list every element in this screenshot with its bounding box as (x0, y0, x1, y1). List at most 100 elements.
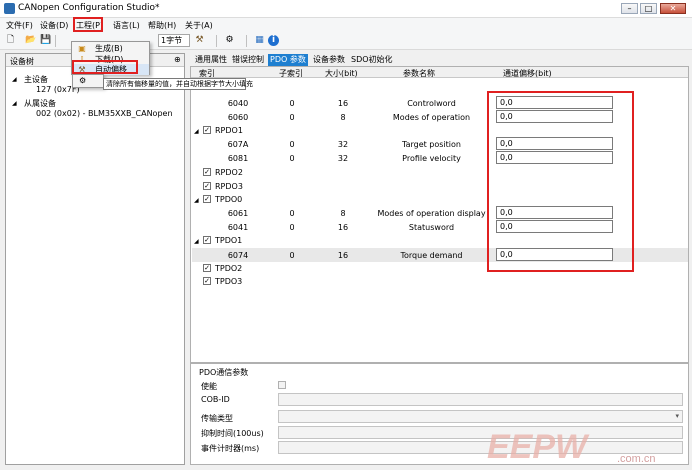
row-subindex: 0 (289, 251, 295, 260)
settings-icon: ⚙ (79, 76, 87, 85)
save-icon[interactable]: 💾 (40, 35, 51, 46)
row-subindex: 0 (289, 113, 295, 122)
new-file-icon[interactable]: 🗋 (5, 35, 16, 46)
maximize-button[interactable]: □ (640, 3, 657, 14)
tree-slave-node[interactable]: 002 (0x02) - BLM35XXB_CANopen (36, 109, 173, 118)
pdo-checkbox[interactable]: ✓ (203, 277, 211, 285)
pdo-group-label: RPDO3 (215, 182, 243, 191)
row-subindex: 0 (289, 223, 295, 232)
pdo-comm-title: PDO通信参数 (199, 368, 249, 377)
menu-item-build[interactable]: ▣ 生成(B) (73, 43, 149, 54)
eepw-watermark: EEPW .com.cn (487, 428, 687, 468)
row-size: 16 (337, 251, 349, 260)
cob-id-field[interactable] (278, 393, 683, 406)
row-size: 16 (337, 223, 349, 232)
row-param-name: Profile velocity (402, 154, 461, 163)
info-icon[interactable]: i (268, 35, 279, 46)
collapse-icon[interactable]: ◢ (194, 238, 199, 245)
minimize-button[interactable]: – (621, 3, 638, 14)
pdo-checkbox[interactable]: ✓ (203, 182, 211, 190)
col-param-name: 参数名称 (403, 69, 435, 78)
title-bar: CANopen Configuration Studio* – □ ✕ (0, 0, 692, 18)
device-tree-panel: 设备树 ⊕ ◢ 主设备 127 (0x7F) ◢ 从属设备 002 (0x02)… (5, 53, 185, 465)
collapse-icon[interactable]: ◢ (194, 128, 199, 135)
byte-size-select[interactable]: 1字节 (158, 34, 190, 47)
menu-item-build-label: 生成(B) (95, 44, 123, 53)
row-param-name: Target position (402, 140, 461, 149)
row-size: 8 (340, 113, 346, 122)
tab-device-params[interactable]: 设备参数 (311, 54, 347, 66)
row-size: 16 (337, 99, 349, 108)
pin-icon[interactable]: ⊕ (174, 55, 181, 64)
pdo-checkbox[interactable]: ✓ (203, 126, 211, 134)
menu-device[interactable]: 设备(D) (40, 20, 68, 31)
pdo-checkbox[interactable]: ✓ (203, 195, 211, 203)
col-size: 大小(bit) (325, 69, 358, 78)
pdo-group-label: RPDO2 (215, 168, 243, 177)
tab-error-control[interactable]: 错误控制 (230, 54, 266, 66)
menu-file[interactable]: 文件(F) (6, 20, 33, 31)
col-subindex: 子索引 (279, 69, 303, 78)
watermark-brand: EEPW (487, 428, 590, 466)
row-param-name: Controlword (407, 99, 456, 108)
tab-sdo-init[interactable]: SDO初始化 (349, 54, 395, 66)
submenu-stub: ⚙ (72, 74, 104, 88)
toolbar-separator (55, 35, 56, 47)
event-timer-label: 事件计时器(ms) (201, 444, 260, 453)
pdo-group-label: TPDO2 (215, 264, 243, 273)
enable-label: 使能 (201, 382, 217, 391)
toolbar-separator (246, 35, 247, 47)
tree-slaves-label[interactable]: 从属设备 (24, 98, 56, 109)
row-param-name: Modes of operation (392, 113, 471, 122)
chevron-down-icon: ▾ (675, 412, 679, 420)
auto-offset-tooltip: 清除所有偏移量的值，并自动根据字节大小填充 (103, 78, 253, 90)
pdo-group-label: TPDO1 (215, 236, 243, 245)
row-param-name: Torque demand (400, 251, 463, 260)
tree-master-label[interactable]: 主设备 (24, 74, 48, 85)
menu-about[interactable]: 关于(A) (185, 20, 213, 31)
collapse-icon[interactable]: ◢ (194, 197, 199, 204)
pdo-checkbox[interactable]: ✓ (203, 168, 211, 176)
inhibit-time-label: 抑制时间(100us) (201, 429, 264, 438)
close-button[interactable]: ✕ (660, 3, 686, 14)
tab-pdo-params[interactable]: PDO 参数 (268, 54, 308, 66)
tab-strip: 通用属性 错误控制 PDO 参数 设备参数 SDO初始化 (190, 53, 690, 66)
grid-header: 索引 子索引 大小(bit) 参数名称 通道偏移(bit) (191, 67, 688, 78)
row-index: 607A (227, 140, 249, 149)
enable-checkbox[interactable] (278, 381, 286, 389)
row-subindex: 0 (289, 99, 295, 108)
transmission-type-label: 传输类型 (201, 414, 233, 423)
offset-column-highlight (487, 91, 634, 272)
collapse-icon[interactable]: ◢ (12, 76, 17, 83)
calendar-icon[interactable]: ▦ (254, 35, 265, 46)
row-param-name: Statusword (408, 223, 455, 232)
window-title: CANopen Configuration Studio* (18, 3, 160, 13)
row-index: 6060 (227, 113, 249, 122)
row-subindex: 0 (289, 154, 295, 163)
row-size: 32 (337, 154, 349, 163)
settings-icon[interactable]: ⚙ (224, 35, 235, 46)
auto-offset-highlight (72, 60, 138, 74)
pdo-checkbox[interactable]: ✓ (203, 236, 211, 244)
row-index: 6040 (227, 99, 249, 108)
menu-help[interactable]: 帮助(H) (148, 20, 176, 31)
row-size: 32 (337, 140, 349, 149)
build-icon: ▣ (78, 44, 86, 53)
col-offset: 通道偏移(bit) (503, 69, 552, 78)
pdo-group-label: TPDO0 (215, 195, 243, 204)
collapse-icon[interactable]: ◢ (12, 100, 17, 107)
menu-language[interactable]: 语言(L) (113, 20, 140, 31)
row-index: 6061 (227, 209, 249, 218)
transmission-type-select[interactable]: ▾ (278, 410, 683, 423)
row-index: 6081 (227, 154, 249, 163)
row-param-name: Modes of operation display (377, 209, 486, 218)
row-index: 6041 (227, 223, 249, 232)
open-folder-icon[interactable]: 📂 (25, 35, 36, 46)
device-tree-title: 设备树 (10, 57, 34, 66)
watermark-url: .com.cn (617, 453, 656, 465)
pdo-checkbox[interactable]: ✓ (203, 264, 211, 272)
auto-offset-icon[interactable]: ⚒ (194, 35, 205, 46)
row-index: 6074 (227, 251, 249, 260)
tab-general[interactable]: 通用属性 (193, 54, 229, 66)
row-subindex: 0 (289, 209, 295, 218)
